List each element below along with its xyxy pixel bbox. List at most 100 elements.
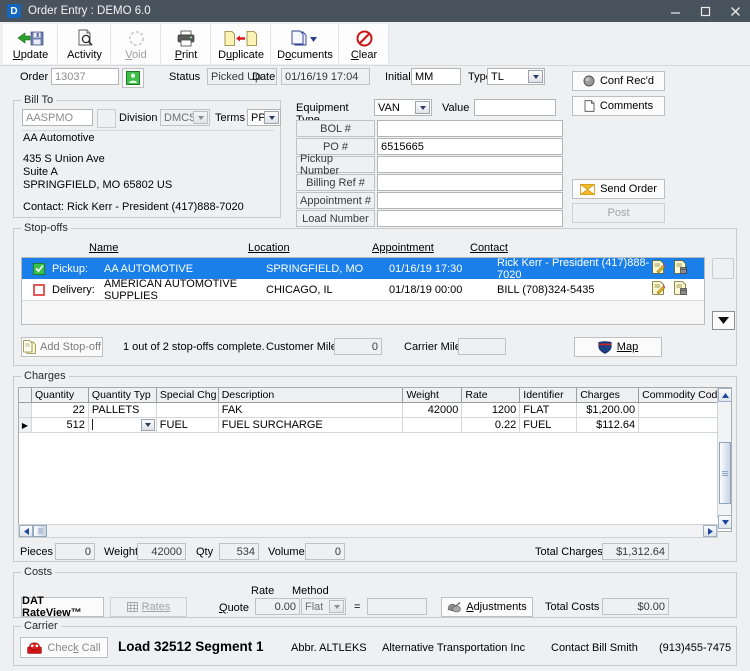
chevron-down-icon[interactable] bbox=[264, 111, 279, 124]
stopoffs-grid[interactable]: Pickup: AA AUTOMOTIVE SPRINGFIELD, MO 01… bbox=[21, 257, 705, 325]
equipment-type-value: VAN bbox=[378, 102, 400, 114]
charges-row-marker[interactable] bbox=[19, 403, 32, 418]
stopoff-blank-button[interactable] bbox=[712, 258, 734, 279]
charges-quantity-type[interactable] bbox=[89, 418, 157, 433]
appointment-number-input[interactable] bbox=[377, 192, 563, 209]
scroll-down-button[interactable] bbox=[718, 515, 732, 529]
scroll-up-button[interactable] bbox=[718, 388, 732, 402]
duplicate-button[interactable]: Duplicate bbox=[211, 24, 271, 64]
load-number-input[interactable] bbox=[377, 210, 563, 227]
printer-icon bbox=[176, 28, 196, 48]
page-icon bbox=[584, 100, 595, 112]
bill-to-address1: 435 S Union Ave bbox=[23, 153, 105, 165]
delete-note-icon[interactable] bbox=[674, 281, 687, 298]
update-button[interactable]: Update bbox=[3, 24, 58, 64]
charges-amount[interactable]: $1,200.00 bbox=[577, 403, 639, 418]
charges-header-quantity-type[interactable]: Quantity Typ bbox=[89, 388, 157, 403]
post-button[interactable]: Post bbox=[572, 203, 665, 223]
costs-legend: Costs bbox=[21, 566, 55, 578]
charges-row[interactable]: ▶ 512 FUEL FUEL SURCHARGE 0.22 FUEL $112… bbox=[19, 418, 731, 433]
billing-ref-input[interactable] bbox=[377, 174, 563, 191]
charges-description[interactable]: FUEL SURCHARGE bbox=[219, 418, 404, 433]
charges-quantity-type[interactable]: PALLETS bbox=[89, 403, 157, 418]
charges-identifier[interactable]: FUEL bbox=[520, 418, 577, 433]
charges-header-weight[interactable]: Weight bbox=[403, 388, 462, 403]
charges-identifier[interactable]: FLAT bbox=[520, 403, 577, 418]
bill-to-code-input[interactable]: AASPMO bbox=[22, 109, 93, 126]
check-call-button[interactable]: Check Call bbox=[20, 637, 108, 658]
void-button[interactable]: Void bbox=[111, 24, 161, 64]
charges-row[interactable]: 22 PALLETS FAK 42000 1200 FLAT $1,200.00 bbox=[19, 403, 731, 418]
send-order-button[interactable]: Send Order bbox=[572, 179, 665, 199]
bill-to-lookup-button[interactable] bbox=[97, 109, 116, 128]
order-person-button[interactable] bbox=[122, 68, 144, 88]
quote-method-combo[interactable]: Flat bbox=[301, 598, 346, 615]
chevron-down-icon[interactable] bbox=[528, 70, 543, 83]
quote-rate-input[interactable]: 0.00 bbox=[255, 598, 300, 615]
charges-header-special-chg[interactable]: Special Chg bbox=[157, 388, 219, 403]
bol-input[interactable] bbox=[377, 120, 563, 137]
charges-weight[interactable] bbox=[403, 418, 462, 433]
type-combo[interactable]: TL bbox=[487, 68, 545, 85]
stopoff-expand-button[interactable] bbox=[712, 311, 735, 330]
value-input[interactable] bbox=[474, 99, 556, 116]
print-button[interactable]: Print bbox=[161, 24, 211, 64]
charges-special-chg[interactable] bbox=[157, 403, 219, 418]
order-input[interactable]: 13037 bbox=[51, 68, 119, 85]
conf-recd-button[interactable]: Conf Rec'd bbox=[572, 71, 665, 91]
comments-button[interactable]: Comments bbox=[572, 96, 665, 116]
charges-header-description[interactable]: Description bbox=[219, 388, 404, 403]
chevron-down-icon[interactable] bbox=[415, 101, 430, 114]
charges-quantity[interactable]: 512 bbox=[32, 418, 89, 433]
charges-header-rate[interactable]: Rate bbox=[462, 388, 520, 403]
close-button[interactable] bbox=[720, 0, 750, 22]
rates-button[interactable]: Rates bbox=[110, 597, 187, 617]
stopoff-row-pickup[interactable]: Pickup: AA AUTOMOTIVE SPRINGFIELD, MO 01… bbox=[22, 258, 704, 279]
pickup-number-input[interactable] bbox=[377, 156, 563, 173]
add-stopoff-button[interactable]: Add Stop-off bbox=[21, 337, 103, 357]
maximize-button[interactable] bbox=[690, 0, 720, 22]
minimize-button[interactable] bbox=[660, 0, 690, 22]
chevron-down-icon[interactable] bbox=[141, 419, 155, 431]
edit-note-icon[interactable] bbox=[652, 281, 665, 298]
scroll-h-thumb[interactable] bbox=[33, 525, 47, 537]
terms-combo[interactable]: PP bbox=[247, 109, 281, 126]
po-input[interactable]: 6515665 bbox=[377, 138, 563, 155]
charges-header-quantity[interactable]: Quantity bbox=[32, 388, 89, 403]
clear-button[interactable]: Clear bbox=[339, 24, 389, 64]
charges-quantity[interactable]: 22 bbox=[32, 403, 89, 418]
delete-note-icon[interactable] bbox=[674, 260, 687, 277]
chevron-down-icon[interactable] bbox=[193, 111, 208, 124]
charges-grid[interactable]: Quantity Quantity Typ Special Chg Descri… bbox=[18, 387, 732, 532]
division-combo[interactable]: DMCS bbox=[160, 109, 210, 126]
charges-description[interactable]: FAK bbox=[219, 403, 404, 418]
conf-recd-label: Conf Rec'd bbox=[600, 75, 654, 87]
dat-rateview-button[interactable]: DAT RateView™ bbox=[21, 597, 104, 617]
charges-row-marker[interactable]: ▶ bbox=[19, 418, 32, 433]
pickup-number-label: Pickup Number bbox=[296, 156, 375, 173]
charges-vertical-scrollbar[interactable] bbox=[717, 388, 731, 518]
scroll-left-button[interactable] bbox=[19, 525, 33, 537]
edit-note-icon[interactable] bbox=[652, 260, 665, 277]
equipment-type-combo[interactable]: VAN bbox=[374, 99, 432, 116]
initials-input[interactable]: MM bbox=[411, 68, 461, 85]
charges-rate[interactable]: 1200 bbox=[462, 403, 520, 418]
stopoff-row-delivery[interactable]: Delivery: AMERICAN AUTOMOTIVE SUPPLIES C… bbox=[22, 279, 704, 300]
documents-button[interactable]: Documents bbox=[271, 24, 339, 64]
charges-special-chg[interactable]: FUEL bbox=[157, 418, 219, 433]
chevron-down-icon[interactable] bbox=[329, 600, 344, 613]
carrier-miles-value bbox=[458, 338, 506, 355]
adjustments-button[interactable]: Adjustments bbox=[441, 597, 533, 617]
activity-button[interactable]: Activity bbox=[58, 24, 111, 64]
charges-horizontal-scrollbar[interactable] bbox=[18, 524, 718, 538]
delivery-checkbox[interactable] bbox=[33, 284, 45, 296]
scroll-right-button[interactable] bbox=[703, 525, 717, 537]
pickup-checkbox[interactable] bbox=[33, 263, 45, 275]
charges-rate[interactable]: 0.22 bbox=[462, 418, 520, 433]
scroll-thumb[interactable] bbox=[719, 442, 731, 504]
charges-header-charges[interactable]: Charges bbox=[577, 388, 639, 403]
map-button[interactable]: Map bbox=[574, 337, 662, 357]
charges-header-identifier[interactable]: Identifier bbox=[520, 388, 577, 403]
charges-amount[interactable]: $112.64 bbox=[577, 418, 639, 433]
charges-weight[interactable]: 42000 bbox=[403, 403, 462, 418]
